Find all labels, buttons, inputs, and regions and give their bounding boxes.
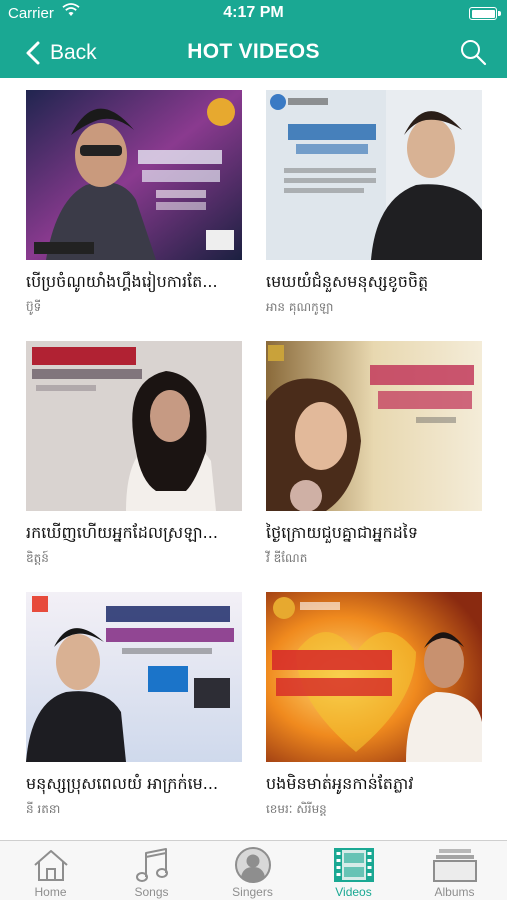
home-icon [33, 850, 68, 881]
video-title: ថ្ងៃក្រោយជួបគ្នាជាអ្នកដទៃ [266, 523, 419, 542]
video-thumbnail[interactable] [26, 341, 242, 511]
tab-home[interactable]: Home [0, 841, 101, 900]
video-card[interactable]: បងមិនមាត់អូនកាន់តែភ្លាវ ខេមរៈ សិរីមន្ត [266, 592, 482, 822]
search-icon[interactable] [459, 38, 487, 66]
video-card[interactable]: មនុស្សប្រុសពេលយំ អាក្រក់មេ... នី រតនា [26, 592, 242, 822]
status-bar: Carrier 4:17 PM [0, 0, 507, 28]
video-title: មេឃយំជំនួសមនុស្សខូចចិត្ត [266, 272, 429, 291]
header: Carrier 4:17 PM Back HOT VIDEOS [0, 0, 507, 78]
tab-albums[interactable]: Albums [404, 841, 505, 900]
clock: 4:17 PM [223, 4, 284, 21]
video-thumbnail[interactable] [266, 90, 482, 260]
video-grid: បើប្រចំណូយាំងហ្គឹងរៀបការតែ... ប៊ូទី មេឃយ… [0, 78, 507, 840]
page-title: HOT VIDEOS [187, 40, 320, 63]
tab-label: Videos [335, 885, 372, 899]
video-artist: ឌិត្តន៍ [26, 551, 49, 565]
tab-videos[interactable]: Videos [303, 841, 404, 900]
film-icon [333, 848, 374, 882]
video-thumbnail[interactable] [266, 592, 482, 762]
tab-label: Singers [232, 885, 273, 899]
tab-songs[interactable]: Songs [101, 841, 202, 900]
video-card[interactable]: បើប្រចំណូយាំងហ្គឹងរៀបការតែ... ប៊ូទី [26, 90, 242, 320]
tab-bar: Home Songs Singers Videos Albums [0, 840, 507, 900]
tab-label: Albums [434, 885, 475, 899]
video-artist: វី ឌីណែត [266, 551, 308, 565]
tab-label: Home [34, 885, 67, 899]
video-card[interactable]: មេឃយំជំនួសមនុស្សខូចចិត្ត អាន គុណកូឡា [266, 90, 482, 320]
tab-singers[interactable]: Singers [202, 841, 303, 900]
video-card[interactable]: ថ្ងៃក្រោយជួបគ្នាជាអ្នកដទៃ វី ឌីណែត [266, 341, 482, 571]
video-thumbnail[interactable] [26, 90, 242, 260]
albums-icon [432, 849, 477, 882]
video-artist: ប៊ូទី [26, 300, 42, 314]
tab-label: Songs [134, 885, 169, 899]
video-thumbnail[interactable] [26, 592, 242, 762]
video-artist: នី រតនា [26, 802, 61, 816]
video-title: បងមិនមាត់អូនកាន់តែភ្លាវ [266, 774, 414, 793]
video-artist: ខេមរៈ សិរីមន្ត [266, 802, 327, 816]
music-note-icon [135, 848, 168, 882]
video-thumbnail[interactable] [266, 341, 482, 511]
video-title: រកឃើញហើយអ្នកដែលស្រឡា... [26, 523, 218, 542]
singer-icon [234, 847, 271, 883]
video-artist: អាន គុណកូឡា [266, 300, 334, 314]
video-title: បើប្រចំណូយាំងហ្គឹងរៀបការតែ... [26, 272, 218, 291]
video-title: មនុស្សប្រុសពេលយំ អាក្រក់មេ... [26, 774, 219, 793]
video-card[interactable]: រកឃើញហើយអ្នកដែលស្រឡា... ឌិត្តន៍ [26, 341, 242, 571]
battery-icon [469, 7, 501, 20]
